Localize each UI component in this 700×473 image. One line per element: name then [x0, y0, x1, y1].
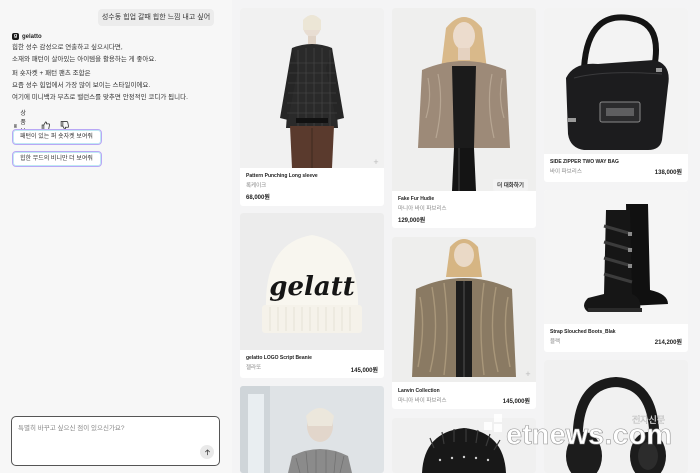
product-card[interactable]: + Pattern Punching Long sleeve 록케이크 68,0… [240, 8, 384, 206]
product-name: Fake Fur Hudie [398, 196, 435, 202]
bot-line: 소재와 패턴이 살아있는 아이템을 활용하는 게 좋아요. [12, 56, 157, 63]
etnews-watermark: etnews.com 전자신문 [484, 414, 672, 451]
product-image [240, 8, 384, 168]
product-name: SIDE ZIPPER TWO WAY BAG [550, 159, 619, 165]
product-price: 214,200원 [654, 340, 682, 346]
watermark-sub: 전자신문 [632, 415, 665, 426]
product-name: Lanvin Collection [398, 388, 440, 394]
add-icon[interactable]: + [524, 370, 532, 379]
more-chat-badge[interactable]: 더 대화하기 [493, 179, 528, 191]
chat-panel: 성수동 힙업 갈때 힙한 느낌 내고 싶어 g gelatto 힙한 성수 감성… [0, 0, 232, 473]
send-button[interactable] [200, 445, 214, 459]
bot-line: 여기에 미니백과 부츠로 밸런스를 맞추면 안정적인 코디가 됩니다. [12, 94, 188, 101]
product-card[interactable]: Strap Slouched Boots_Blak 블랙 214,200원 [544, 190, 688, 352]
chat-input-box [11, 416, 220, 466]
bot-line: 요즘 성수 힙업에서 가장 많이 보이는 스타일이에요. [12, 82, 151, 89]
product-image [544, 190, 688, 324]
user-message: 성수동 힙업 갈때 힙한 느낌 내고 싶어 [98, 9, 214, 26]
product-price: 129,000원 [398, 218, 426, 224]
product-brand: 마니아 바이 파브리스 [398, 206, 447, 212]
product-image [240, 386, 384, 473]
bot-header: g gelatto [12, 33, 42, 40]
chat-input[interactable] [18, 422, 198, 436]
product-price: 138,000원 [654, 170, 682, 176]
product-price: 145,000원 [502, 399, 530, 405]
product-card[interactable]: 더 대화하기 Fake Fur Hudie 마니아 바이 파브리스 129,00… [392, 8, 536, 228]
product-name: Strap Slouched Boots_Blak [550, 329, 616, 335]
product-image: gelatt [240, 213, 384, 350]
product-card[interactable]: gelatt gelatto LOGO Script Beanie 젤라또 14… [240, 213, 384, 378]
arrow-up-icon [204, 448, 210, 455]
product-card[interactable]: + Lanvin Collection 마니아 바이 파브리스 145,000원 [392, 237, 536, 409]
gelatto-logo-icon: g [12, 33, 19, 40]
product-image [392, 8, 536, 191]
suggestion-chip[interactable]: 힙한 무드의 비니만 더 보여줘 [12, 151, 102, 167]
beanie-logo-text: gelatt [269, 272, 354, 302]
product-name: gelatto LOGO Script Beanie [246, 355, 312, 361]
add-icon[interactable]: + [372, 158, 380, 167]
product-card[interactable]: SIDE ZIPPER TWO WAY BAG 바이 파브리스 138,000원 [544, 8, 688, 182]
product-image [544, 8, 688, 154]
product-brand: 록케이크 [246, 183, 267, 189]
product-card[interactable] [240, 386, 384, 473]
bot-line: 힙한 성수 감성으로 연출하고 싶으시다면, [12, 44, 123, 51]
product-price: 145,000원 [350, 368, 378, 374]
product-name: Pattern Punching Long sleeve [246, 173, 318, 179]
bot-name: gelatto [22, 33, 42, 40]
bot-line: 퍼 숏자켓 + 패턴 팬츠 조합은 [12, 70, 91, 77]
suggestion-chip[interactable]: 패턴이 있는 퍼 숏자켓 보여줘 [12, 129, 102, 145]
product-image [392, 237, 536, 382]
product-price: 68,000원 [246, 195, 270, 201]
